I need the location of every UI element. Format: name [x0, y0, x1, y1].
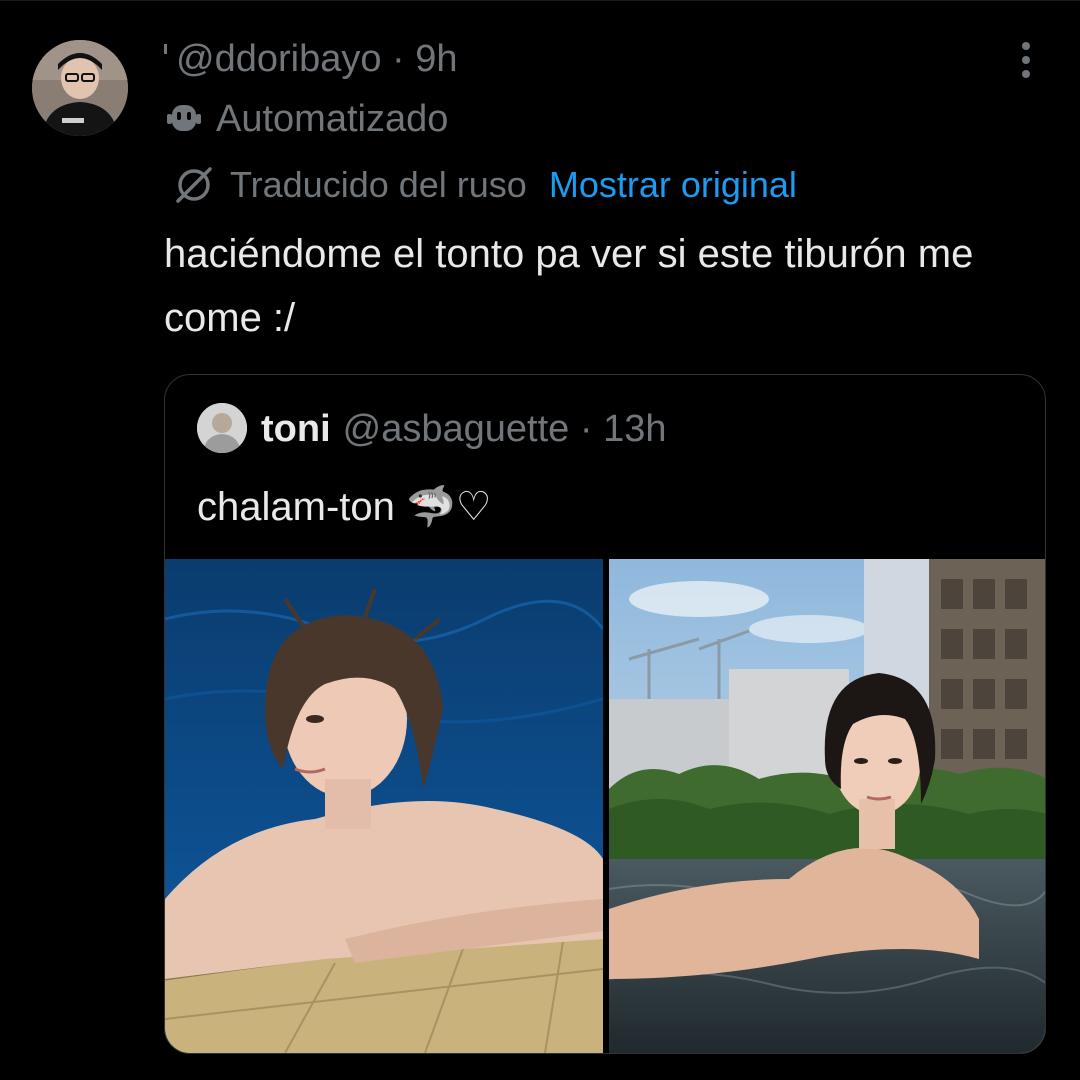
tweet-header: @ddoribayo · 9h: [176, 34, 458, 84]
header-separator: ·: [392, 38, 405, 80]
author-handle[interactable]: @ddoribayo: [176, 38, 381, 80]
header-tick: [164, 44, 167, 54]
quoted-tweet-card[interactable]: toni @asbaguette · 13h chalam-ton 🦈♡: [164, 374, 1046, 1054]
quoted-author-name[interactable]: toni: [261, 408, 331, 451]
translation-row: Traducido del ruso Mostrar original: [172, 160, 797, 210]
quoted-tweet-text: chalam-ton 🦈♡: [197, 485, 492, 529]
quoted-media-grid: [165, 559, 1045, 1053]
quoted-timestamp[interactable]: 13h: [603, 408, 666, 450]
tweet-text: haciéndome el tonto pa ver si este tibur…: [164, 232, 974, 340]
quoted-author-handle[interactable]: @asbaguette: [343, 408, 570, 450]
quoted-header: toni @asbaguette · 13h: [261, 403, 666, 455]
translation-notice: Traducido del ruso: [230, 164, 527, 205]
automated-label: Automatizado: [216, 97, 449, 140]
photo-swimming-pool[interactable]: [165, 559, 603, 1053]
automated-row: Automatizado: [164, 94, 448, 144]
author-avatar[interactable]: [32, 40, 128, 136]
show-original-link[interactable]: Mostrar original: [549, 164, 797, 206]
quoted-separator: ·: [579, 407, 593, 450]
globe-slash-icon: [176, 167, 212, 203]
top-divider: [0, 0, 1080, 1]
robot-icon: [167, 105, 201, 131]
quoted-author-avatar[interactable]: [197, 403, 247, 453]
more-vertical-icon[interactable]: [1008, 40, 1044, 82]
photo-rooftop-pool[interactable]: [609, 559, 1045, 1053]
tweet-timestamp[interactable]: 9h: [415, 38, 457, 80]
